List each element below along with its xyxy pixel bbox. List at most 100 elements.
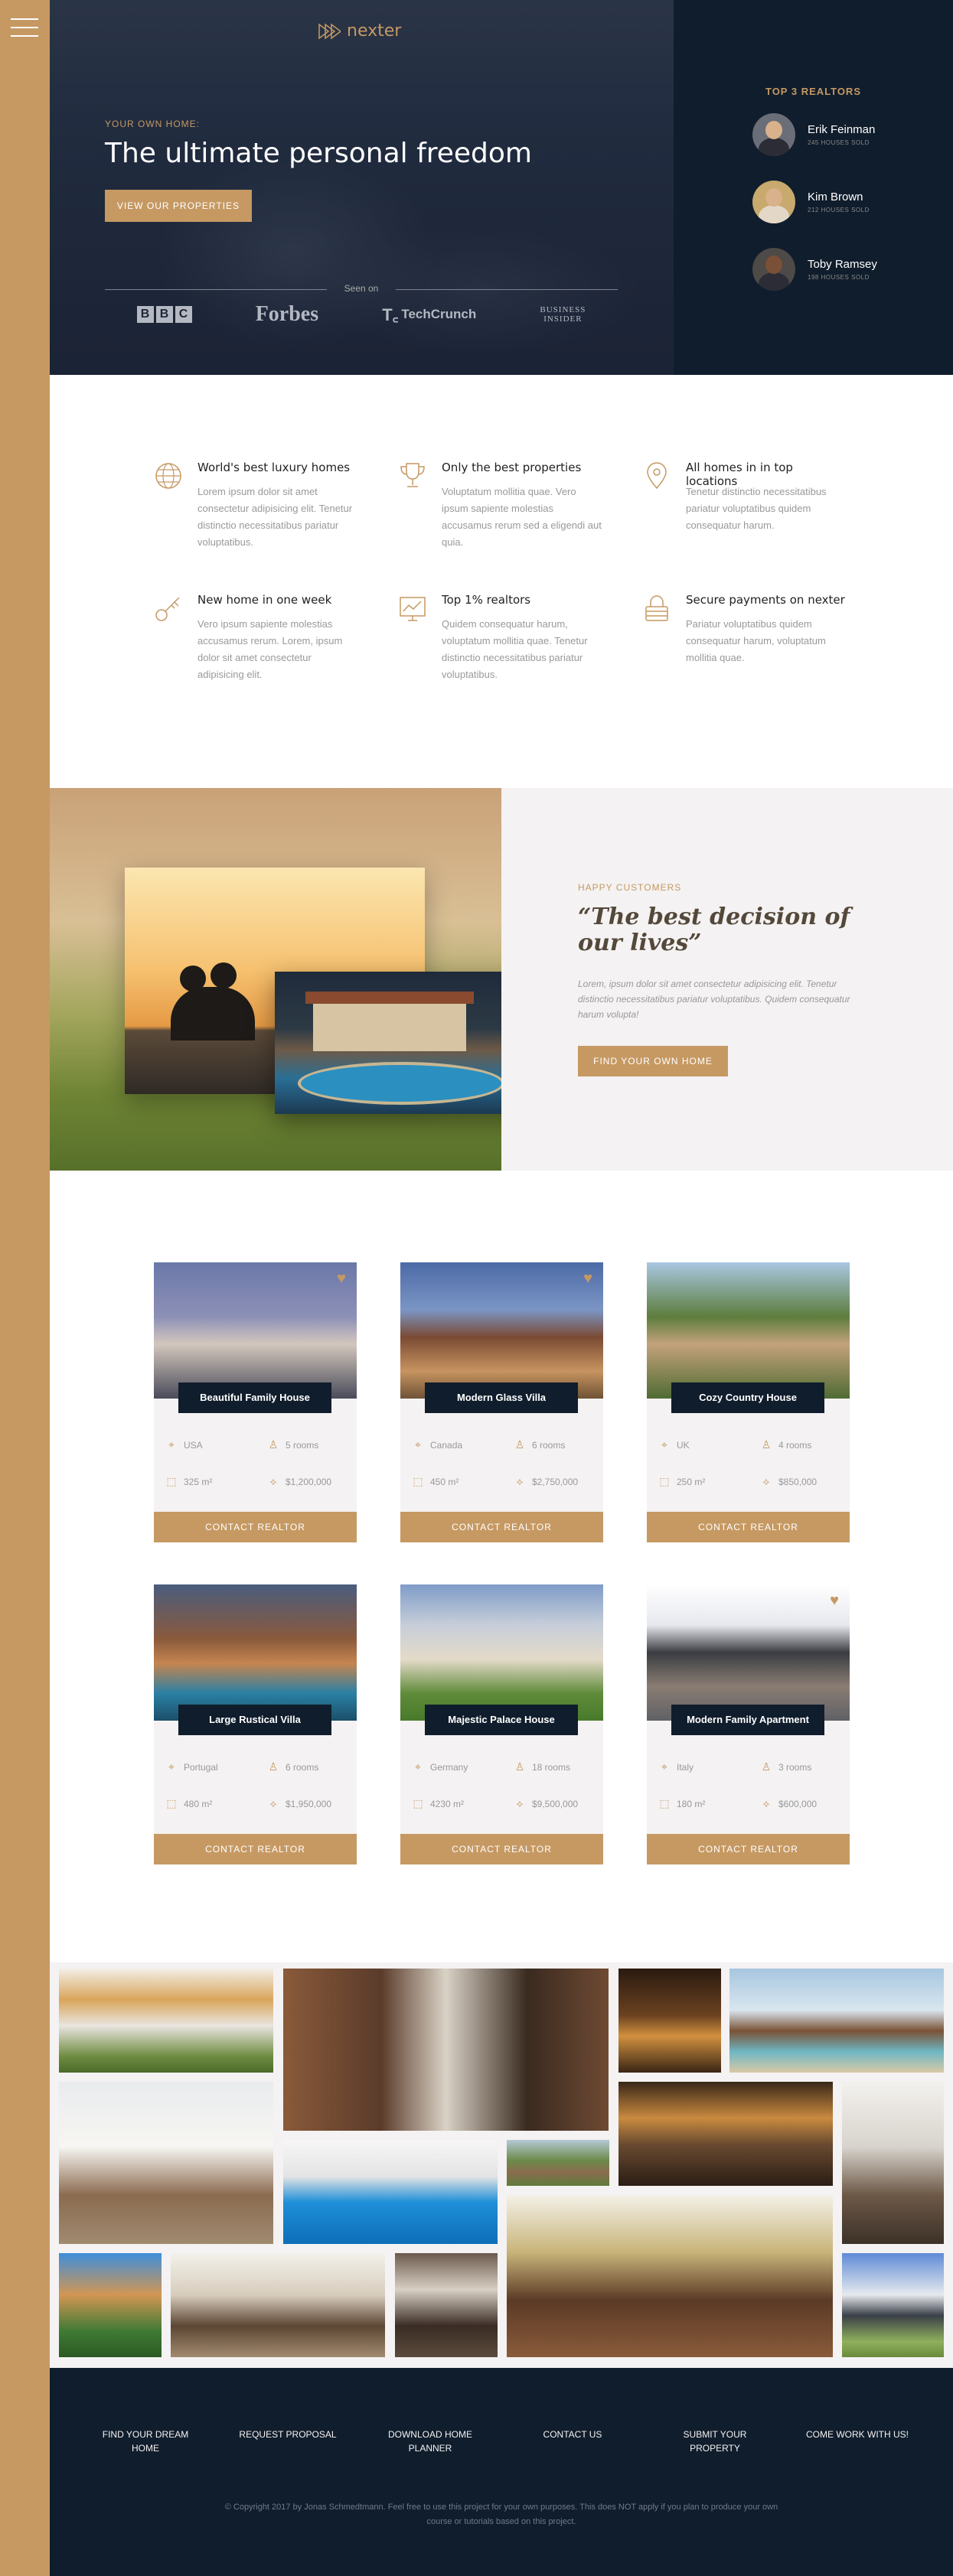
realtor-name: Erik Feinman xyxy=(808,123,876,136)
feature-text: Voluptatum mollitia quae. Vero ipsum sap… xyxy=(442,486,602,548)
couple-silhouette xyxy=(171,958,255,1040)
gallery-image[interactable] xyxy=(507,2195,833,2357)
gallery-image[interactable] xyxy=(395,2253,498,2357)
story-content: Happy Customers “The best decision of ou… xyxy=(501,788,953,1171)
feature-text: Vero ipsum sapiente molestias accusamus … xyxy=(197,618,343,680)
realtor-sold: 245 houses sold xyxy=(808,139,870,146)
contact-realtor-button[interactable]: Contact realtor xyxy=(647,1834,850,1864)
contact-realtor-button[interactable]: Contact realtor xyxy=(154,1834,357,1864)
avatar xyxy=(752,248,795,291)
villa-pool-image xyxy=(275,972,501,1114)
villa-shape xyxy=(305,992,474,1051)
realtor-item[interactable]: Toby Ramsey 198 houses sold xyxy=(752,246,944,292)
header: nexter Your own home: The ultimate perso… xyxy=(50,0,674,375)
trophy-icon xyxy=(400,463,425,487)
home-price: ⟡ $1,200,000 xyxy=(267,1475,331,1488)
key-icon xyxy=(155,597,180,621)
gallery-image[interactable] xyxy=(507,2140,609,2186)
realtor-name: Kim Brown xyxy=(808,191,863,204)
map-pin-icon: ⌖ xyxy=(415,1760,421,1773)
find-home-button[interactable]: Find your own home xyxy=(578,1046,728,1076)
price-tag-icon: ⟡ xyxy=(516,1797,524,1809)
price-tag-icon: ⟡ xyxy=(762,1475,770,1487)
gallery-image[interactable] xyxy=(618,1969,721,2073)
gallery-image[interactable] xyxy=(618,2082,833,2186)
seen-on-label: Seen on xyxy=(105,283,618,294)
header-title: The ultimate personal freedom xyxy=(105,138,532,169)
user-icon: ♙ xyxy=(268,1760,279,1773)
footer-link-contact[interactable]: Contact us xyxy=(515,2428,630,2455)
hamburger-icon[interactable] xyxy=(11,18,38,37)
home-area: ⬚ 480 m² xyxy=(166,1797,213,1809)
home-location: ⌖ Canada xyxy=(412,1438,462,1451)
story-title: “The best decision of our lives” xyxy=(578,904,850,956)
contact-realtor-button[interactable]: Contact realtor xyxy=(400,1512,603,1542)
realtor-item[interactable]: Erik Feinman 245 houses sold xyxy=(752,112,944,158)
contact-realtor-button[interactable]: Contact realtor xyxy=(154,1512,357,1542)
gallery-image[interactable] xyxy=(59,2082,273,2244)
press-logos: BBC Forbes T꜀ TechCrunch BUSINESS INSIDER xyxy=(105,302,618,327)
view-properties-button[interactable]: View our properties xyxy=(105,190,252,222)
gallery-image[interactable] xyxy=(842,2082,944,2244)
footer-link-download-planner[interactable]: Download home planner xyxy=(373,2428,488,2455)
footer-link-find-home[interactable]: Find your dream home xyxy=(88,2428,203,2455)
feature-title: Secure payments on nexter xyxy=(686,593,845,607)
home-card: ♥ Modern Glass Villa ⌖ Canada ♙ 6 rooms ⬚ 4… xyxy=(400,1262,603,1542)
contact-realtor-button[interactable]: Contact realtor xyxy=(647,1512,850,1542)
logo[interactable]: nexter xyxy=(318,21,401,41)
home-card: ♥ Modern Family Apartment ⌖ Italy ♙ 3 room… xyxy=(647,1584,850,1864)
chart-icon xyxy=(400,597,426,621)
home-area: ⬚ 450 m² xyxy=(413,1475,459,1487)
gallery-image[interactable] xyxy=(283,2140,498,2244)
gallery-image[interactable] xyxy=(59,2253,162,2357)
gallery-image[interactable] xyxy=(59,1969,273,2073)
home-image xyxy=(647,1262,850,1399)
story-pictures xyxy=(50,788,501,1171)
expand-icon: ⬚ xyxy=(166,1475,177,1487)
home-name: Large Rustical Villa xyxy=(178,1705,331,1735)
realtor-item[interactable]: Kim Brown 212 houses sold xyxy=(752,179,944,225)
realtors-title: Top 3 Realtors xyxy=(765,86,861,97)
techcrunch-logo: T꜀ TechCrunch xyxy=(382,303,476,326)
gallery-image[interactable] xyxy=(729,1969,944,2073)
footer-link-request-proposal[interactable]: Request proposal xyxy=(230,2428,345,2455)
home-price: ⟡ $600,000 xyxy=(760,1797,817,1810)
header-subtitle: Your own home: xyxy=(105,119,200,129)
heart-icon[interactable]: ♥ xyxy=(337,1270,346,1288)
expand-icon: ⬚ xyxy=(659,1475,670,1487)
footer-link-work-with-us[interactable]: Come work with us! xyxy=(800,2428,915,2455)
contact-realtor-button[interactable]: Contact realtor xyxy=(400,1834,603,1864)
gallery-image[interactable] xyxy=(842,2253,944,2357)
home-image xyxy=(154,1584,357,1721)
expand-icon: ⬚ xyxy=(166,1797,177,1809)
home-rooms: ♙ 18 rooms xyxy=(514,1760,571,1773)
home-location: ⌖ Portugal xyxy=(165,1760,218,1773)
feature-title: New home in one week xyxy=(197,593,332,607)
feature-title: Top 1% realtors xyxy=(442,593,531,607)
heart-icon[interactable]: ♥ xyxy=(830,1592,839,1610)
features-section: World's best luxury homes Lorem ipsum do… xyxy=(50,375,953,788)
home-image xyxy=(647,1584,850,1721)
gallery-image[interactable] xyxy=(283,1969,609,2131)
bbc-logo: BBC xyxy=(136,306,192,323)
map-pin-icon: ⌖ xyxy=(661,1438,667,1451)
expand-icon: ⬚ xyxy=(659,1797,670,1809)
home-area: ⬚ 325 m² xyxy=(166,1475,213,1487)
home-name: Modern Glass Villa xyxy=(425,1382,578,1413)
map-pin-icon: ⌖ xyxy=(168,1438,175,1451)
gallery-image[interactable] xyxy=(171,2253,385,2357)
home-location: ⌖ UK xyxy=(658,1438,690,1451)
globe-icon xyxy=(155,463,181,489)
footer-link-submit-property[interactable]: Submit your property xyxy=(658,2428,772,2455)
price-tag-icon: ⟡ xyxy=(762,1797,770,1809)
home-card: ♥ Beautiful Family House ⌖ USA ♙ 5 rooms ⬚… xyxy=(154,1262,357,1542)
home-price: ⟡ $9,500,000 xyxy=(514,1797,578,1810)
expand-icon: ⬚ xyxy=(413,1797,423,1809)
avatar xyxy=(752,181,795,223)
story-subtitle: Happy Customers xyxy=(578,882,682,893)
heart-icon[interactable]: ♥ xyxy=(583,1270,592,1288)
map-pin-icon: ⌖ xyxy=(661,1760,667,1773)
home-name: Cozy Country House xyxy=(671,1382,824,1413)
home-location: ⌖ Germany xyxy=(412,1760,468,1773)
feature-title: Only the best properties xyxy=(442,461,582,474)
